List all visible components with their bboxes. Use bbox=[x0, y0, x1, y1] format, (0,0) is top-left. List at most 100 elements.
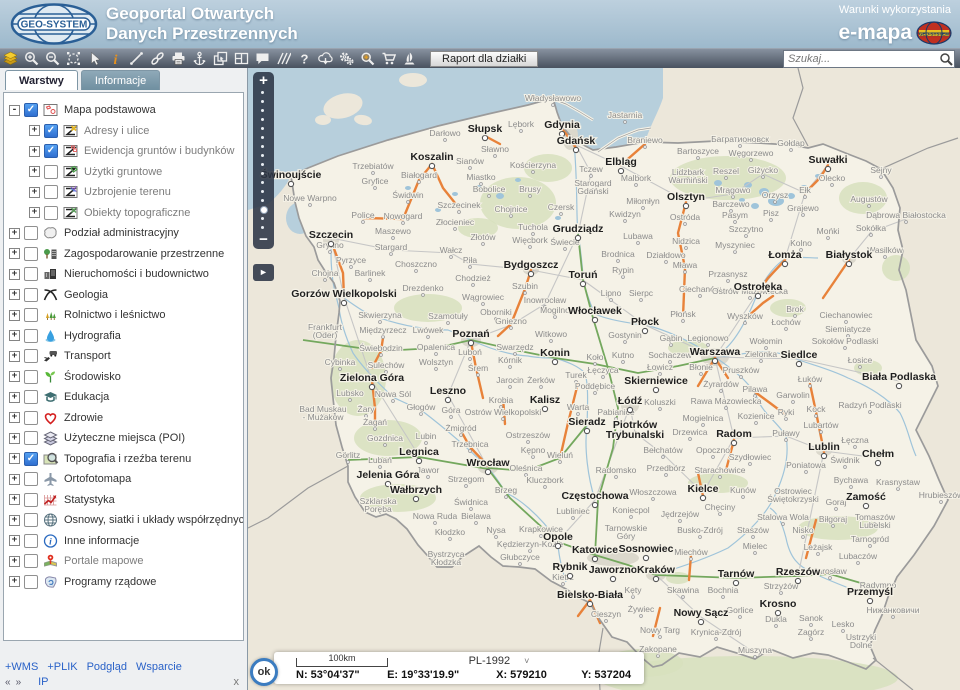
layer-item-mapa-podstawowa[interactable]: -✓Mapa podstawowa bbox=[4, 100, 243, 121]
layer-checkbox[interactable] bbox=[24, 472, 38, 486]
zoom-level-dot[interactable] bbox=[261, 106, 267, 115]
parcel-report-button[interactable]: Raport dla działki bbox=[430, 51, 538, 67]
layer-item-podział-administracyjny[interactable]: +Podział administracyjny bbox=[4, 223, 243, 244]
measure-slashes-button[interactable] bbox=[273, 50, 294, 68]
layer-item-portale-mapowe[interactable]: +Portale mapowe bbox=[4, 551, 243, 572]
expand-icon[interactable]: + bbox=[9, 228, 20, 239]
pointer-button[interactable] bbox=[84, 50, 105, 68]
expand-icon[interactable]: + bbox=[9, 371, 20, 382]
search-input[interactable] bbox=[784, 52, 938, 66]
footer-link-plik[interactable]: +PLIK bbox=[47, 661, 77, 673]
layer-item-inne-informacje[interactable]: +iInne informacje bbox=[4, 531, 243, 552]
layer-checkbox[interactable] bbox=[24, 308, 38, 322]
zoom-level-dot[interactable] bbox=[261, 169, 267, 178]
layer-checkbox[interactable] bbox=[24, 575, 38, 589]
layer-checkbox[interactable] bbox=[24, 226, 38, 240]
zoom-in-button[interactable]: + bbox=[259, 73, 268, 88]
expand-icon[interactable]: + bbox=[9, 330, 20, 341]
expand-icon[interactable]: + bbox=[9, 433, 20, 444]
layer-checkbox[interactable] bbox=[24, 431, 38, 445]
layout-button[interactable] bbox=[231, 50, 252, 68]
layer-item-hydrografia[interactable]: +Hydrografia bbox=[4, 326, 243, 347]
zoom-level-dot[interactable] bbox=[261, 115, 267, 124]
expand-icon[interactable]: + bbox=[9, 453, 20, 464]
zoom-level-dot[interactable] bbox=[261, 160, 267, 169]
layer-checkbox[interactable] bbox=[24, 247, 38, 261]
zoom-in-button[interactable] bbox=[21, 50, 42, 68]
zoom-level-dot[interactable] bbox=[261, 187, 267, 196]
layer-checkbox[interactable] bbox=[44, 206, 58, 220]
measure-line-button[interactable] bbox=[126, 50, 147, 68]
zoom-level-dot[interactable] bbox=[261, 124, 267, 133]
layer-checkbox[interactable] bbox=[24, 329, 38, 343]
zoom-level-dot[interactable] bbox=[261, 133, 267, 142]
layer-checkbox[interactable] bbox=[24, 534, 38, 548]
layer-item-ortofotomapa[interactable]: +Ortofotomapa bbox=[4, 469, 243, 490]
expand-icon[interactable]: + bbox=[29, 166, 40, 177]
zoom-level-dot[interactable] bbox=[261, 142, 267, 151]
layer-checkbox[interactable] bbox=[24, 267, 38, 281]
ip-link[interactable]: IP bbox=[38, 676, 48, 688]
expand-icon[interactable]: + bbox=[9, 515, 20, 526]
comment-button[interactable] bbox=[252, 50, 273, 68]
layer-item-użyteczne-miejsca-poi-[interactable]: +Użyteczne miejsca (POI) bbox=[4, 428, 243, 449]
layer-checkbox[interactable] bbox=[24, 349, 38, 363]
layer-item-obiekty-topograficzne[interactable]: +Obiekty topograficzne bbox=[4, 203, 243, 224]
layer-item-topografia-i-rzeźba-terenu[interactable]: +✓Topografia i rzeźba terenu bbox=[4, 449, 243, 470]
layer-item-geologia[interactable]: +Geologia bbox=[4, 285, 243, 306]
layer-checkbox[interactable] bbox=[44, 185, 58, 199]
search-plus-button[interactable] bbox=[357, 50, 378, 68]
layer-checkbox[interactable] bbox=[24, 411, 38, 425]
layer-checkbox[interactable]: ✓ bbox=[24, 103, 38, 117]
terms-link[interactable]: Warunki wykorzystania bbox=[839, 4, 951, 16]
expand-icon[interactable]: + bbox=[9, 576, 20, 587]
help-button[interactable]: ? bbox=[294, 50, 315, 68]
layer-item-środowisko[interactable]: +Środowisko bbox=[4, 367, 243, 388]
zoom-level-dot[interactable] bbox=[261, 151, 267, 160]
expand-icon[interactable]: + bbox=[29, 207, 40, 218]
close-icon[interactable]: x bbox=[234, 676, 240, 688]
zoom-level-dot[interactable] bbox=[261, 214, 267, 223]
layer-checkbox[interactable] bbox=[24, 554, 38, 568]
expand-icon[interactable]: + bbox=[9, 269, 20, 280]
expand-icon[interactable]: + bbox=[9, 289, 20, 300]
layer-item-programy-rządowe[interactable]: +Programy rządowe bbox=[4, 572, 243, 593]
layer-item-zagospodarowanie-przestrzenne[interactable]: +Zagospodarowanie przestrzenne bbox=[4, 244, 243, 265]
layer-item-edukacja[interactable]: +Edukacja bbox=[4, 387, 243, 408]
layer-item-ewidencja-gruntów-i-budynków[interactable]: +✓Ewidencja gruntów i budynków bbox=[4, 141, 243, 162]
layer-item-osnowy-siatki-i-układy-współrzędnych[interactable]: +Osnowy, siatki i układy współrzędnych bbox=[4, 510, 243, 531]
crs-select[interactable]: PL-1992˅ bbox=[434, 655, 564, 667]
layer-item-uzbrojenie-terenu[interactable]: +Uzbrojenie terenu bbox=[4, 182, 243, 203]
tab-warstwy[interactable]: Warstwy bbox=[5, 70, 78, 90]
layer-item-adresy-i-ulice[interactable]: +✓Adresy i ulice bbox=[4, 121, 243, 142]
zoom-level-dot[interactable] bbox=[261, 196, 267, 205]
zoom-level-dot[interactable] bbox=[261, 97, 267, 106]
link-button[interactable] bbox=[147, 50, 168, 68]
zoom-level-dot[interactable] bbox=[261, 205, 267, 214]
layer-item-użytki-gruntowe[interactable]: +Użytki gruntowe bbox=[4, 162, 243, 183]
expand-icon[interactable]: + bbox=[9, 248, 20, 259]
layer-item-zdrowie[interactable]: +Zdrowie bbox=[4, 408, 243, 429]
print-button[interactable] bbox=[168, 50, 189, 68]
layer-checkbox[interactable]: ✓ bbox=[44, 144, 58, 158]
zoom-out-button[interactable]: − bbox=[259, 232, 268, 247]
expand-icon[interactable]: + bbox=[9, 535, 20, 546]
cart-button[interactable] bbox=[378, 50, 399, 68]
layer-item-statystyka[interactable]: +Statystyka bbox=[4, 490, 243, 511]
layer-item-transport[interactable]: +Transport bbox=[4, 346, 243, 367]
sail-button[interactable] bbox=[399, 50, 420, 68]
cloud-download-button[interactable] bbox=[315, 50, 336, 68]
expand-icon[interactable]: + bbox=[29, 146, 40, 157]
pager-prev-icon[interactable]: « bbox=[5, 677, 11, 688]
select-area-button[interactable] bbox=[63, 50, 84, 68]
zoom-level-dot[interactable] bbox=[261, 178, 267, 187]
zoom-level-dot[interactable] bbox=[261, 88, 267, 97]
pager-next-icon[interactable]: » bbox=[16, 677, 22, 688]
expand-icon[interactable]: + bbox=[9, 556, 20, 567]
layer-checkbox[interactable] bbox=[24, 390, 38, 404]
copy-view-button[interactable] bbox=[210, 50, 231, 68]
anchor-button[interactable] bbox=[189, 50, 210, 68]
layer-checkbox[interactable] bbox=[24, 370, 38, 384]
ok-button[interactable]: ok bbox=[250, 658, 278, 686]
settings-button[interactable] bbox=[336, 50, 357, 68]
